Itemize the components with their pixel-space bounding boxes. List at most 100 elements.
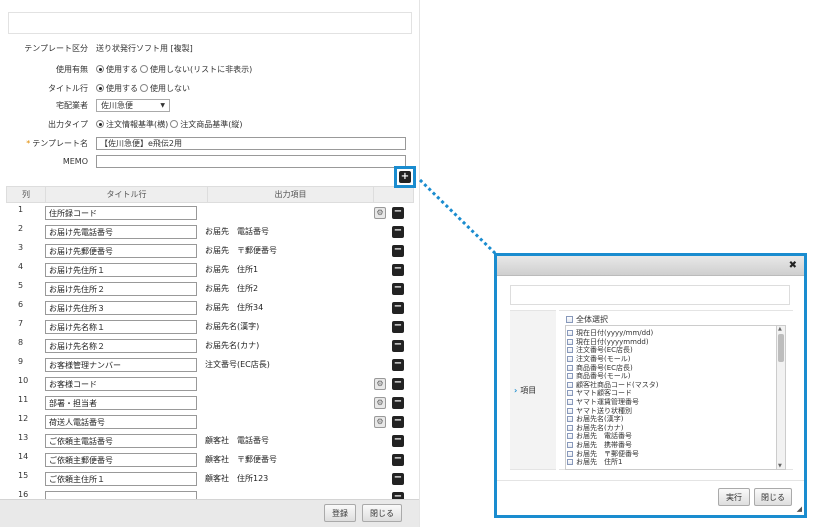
item-checkbox[interactable]	[567, 390, 573, 397]
title-input[interactable]: お届け先住所３	[45, 301, 197, 315]
output-item: お届先名(カナ)	[205, 341, 260, 350]
remove-row-button[interactable]: −	[392, 264, 404, 276]
remove-row-button[interactable]: −	[392, 454, 404, 466]
dialog-close-button[interactable]: 閉じる	[754, 488, 792, 506]
title-input[interactable]: お客様コード	[45, 377, 197, 391]
gear-icon[interactable]: ⚙	[374, 416, 386, 428]
item-checkbox[interactable]	[567, 450, 573, 457]
carrier-value: 佐川急便	[101, 100, 133, 110]
run-button[interactable]: 実行	[718, 488, 750, 506]
item-checkbox[interactable]	[567, 381, 573, 388]
scroll-down-icon[interactable]: ▼	[778, 463, 782, 469]
row-number: 4	[18, 262, 24, 271]
template-type-value: 送り状発行ソフト用 [複製]	[96, 43, 193, 53]
field-listbox[interactable]: 現在日付(yyyy/mm/dd) 現在日付(yyyymmdd) 注文番号(EC店長)…	[565, 325, 777, 470]
resize-grip-icon[interactable]: ◢	[797, 505, 802, 513]
close-button[interactable]: 閉じる	[362, 504, 402, 522]
item-checkbox[interactable]	[567, 330, 573, 337]
gear-icon[interactable]: ⚙	[374, 207, 386, 219]
output-horizontal-radio[interactable]	[96, 120, 104, 128]
remove-row-button[interactable]: −	[392, 416, 404, 428]
table-row: 4 お届け先住所１ お届先 住所1 −	[6, 261, 414, 280]
item-checkbox[interactable]	[567, 399, 573, 406]
title-input[interactable]: お届け先郵便番号	[45, 244, 197, 258]
gear-icon[interactable]: ⚙	[374, 378, 386, 390]
item-checkbox[interactable]	[567, 347, 573, 354]
remove-row-button[interactable]: −	[392, 435, 404, 447]
title-input[interactable]: お届け先名称２	[45, 339, 197, 353]
title-input[interactable]: ご依頼主郵便番号	[45, 453, 197, 467]
title-input[interactable]: ご依頼主住所１	[45, 472, 197, 486]
gear-icon[interactable]: ⚙	[374, 397, 386, 409]
row-number: 13	[18, 433, 29, 442]
remove-row-button[interactable]: −	[392, 283, 404, 295]
remove-row-button[interactable]: −	[392, 378, 404, 390]
title-input[interactable]: 部署・担当者	[45, 396, 197, 410]
remove-row-button[interactable]: −	[392, 473, 404, 485]
item-checkbox[interactable]	[567, 459, 573, 466]
title-input[interactable]: お届け先名称１	[45, 320, 197, 334]
top-bar	[8, 12, 412, 34]
template-name-label: テンプレート名	[32, 138, 88, 148]
output-item: お届先名(漢字)	[205, 322, 260, 331]
carrier-select[interactable]: 佐川急便 ▼	[96, 98, 170, 112]
item-checkbox[interactable]	[567, 356, 573, 363]
item-label: お届先 住所1	[576, 458, 623, 467]
output-item: 注文番号(EC店長)	[205, 360, 270, 369]
item-checkbox[interactable]	[567, 442, 573, 449]
title-unuse-radio[interactable]	[140, 84, 148, 92]
title-use-label: 使用する	[106, 83, 138, 93]
close-icon[interactable]: ✖	[789, 260, 797, 271]
item-checkbox[interactable]	[567, 424, 573, 431]
col-title-header: タイトル行	[46, 187, 208, 202]
caret-down-icon: ▼	[160, 101, 165, 109]
scrollbar-thumb[interactable]	[778, 334, 784, 362]
output-horizontal-label: 注文情報基準(横)	[106, 119, 169, 129]
row-number: 14	[18, 452, 29, 461]
remove-row-button[interactable]: −	[392, 245, 404, 257]
register-button[interactable]: 登録	[324, 504, 356, 522]
scroll-up-icon[interactable]: ▲	[778, 326, 782, 332]
output-item: お届先 住所34	[205, 303, 264, 312]
select-all-checkbox[interactable]	[566, 316, 573, 323]
item-checkbox[interactable]	[567, 433, 573, 440]
output-vertical-radio[interactable]	[170, 120, 179, 128]
usage-use-radio[interactable]	[96, 65, 104, 73]
listbox-scrollbar[interactable]: ▲ ▼	[776, 325, 786, 470]
remove-row-button[interactable]: −	[392, 321, 404, 333]
usage-unuse-radio[interactable]	[140, 65, 148, 73]
table-row: 5 お届け先住所２ お届先 住所2 −	[6, 280, 414, 299]
template-name-input[interactable]: 【佐川急便】e飛伝2用	[96, 136, 406, 150]
row-number: 5	[18, 281, 24, 290]
title-input[interactable]: 住所録コード	[45, 206, 197, 220]
title-input[interactable]: お客様管理ナンバー	[45, 358, 197, 372]
remove-row-button[interactable]: −	[392, 359, 404, 371]
select-all-row[interactable]: 全体選択	[566, 314, 608, 325]
item-checkbox[interactable]	[567, 364, 573, 371]
item-checkbox[interactable]	[567, 373, 573, 380]
item-checkbox[interactable]	[567, 338, 573, 345]
list-item[interactable]: お届先 住所1	[567, 458, 776, 467]
title-input[interactable]: ご依頼主電話番号	[45, 434, 197, 448]
memo-input[interactable]	[96, 154, 406, 168]
title-use-radio[interactable]	[96, 84, 104, 92]
item-checkbox[interactable]	[567, 416, 573, 423]
item-checkbox[interactable]	[567, 407, 573, 414]
remove-row-button[interactable]: −	[392, 340, 404, 352]
title-input[interactable]: お届け先電話番号	[45, 225, 197, 239]
dialog-search-input[interactable]	[510, 285, 790, 305]
title-input[interactable]: お届け先住所１	[45, 263, 197, 277]
remove-row-button[interactable]: −	[392, 207, 404, 219]
row-number: 1	[18, 205, 24, 214]
dashed-connector-line	[418, 178, 502, 260]
remove-row-button[interactable]: −	[392, 397, 404, 409]
title-input[interactable]: お届け先住所２	[45, 282, 197, 296]
add-row-button[interactable]: +	[399, 171, 411, 183]
title-unuse-label: 使用しない	[150, 83, 190, 93]
remove-row-button[interactable]: −	[392, 226, 404, 238]
required-mark: *	[26, 138, 31, 148]
field-list-cell: 全体選択 現在日付(yyyy/mm/dd) 現在日付(yyyymmdd) 注文番号(…	[559, 310, 793, 470]
output-item: お届先 住所1	[205, 265, 259, 274]
remove-row-button[interactable]: −	[392, 302, 404, 314]
title-input[interactable]: 荷送人電話番号	[45, 415, 197, 429]
